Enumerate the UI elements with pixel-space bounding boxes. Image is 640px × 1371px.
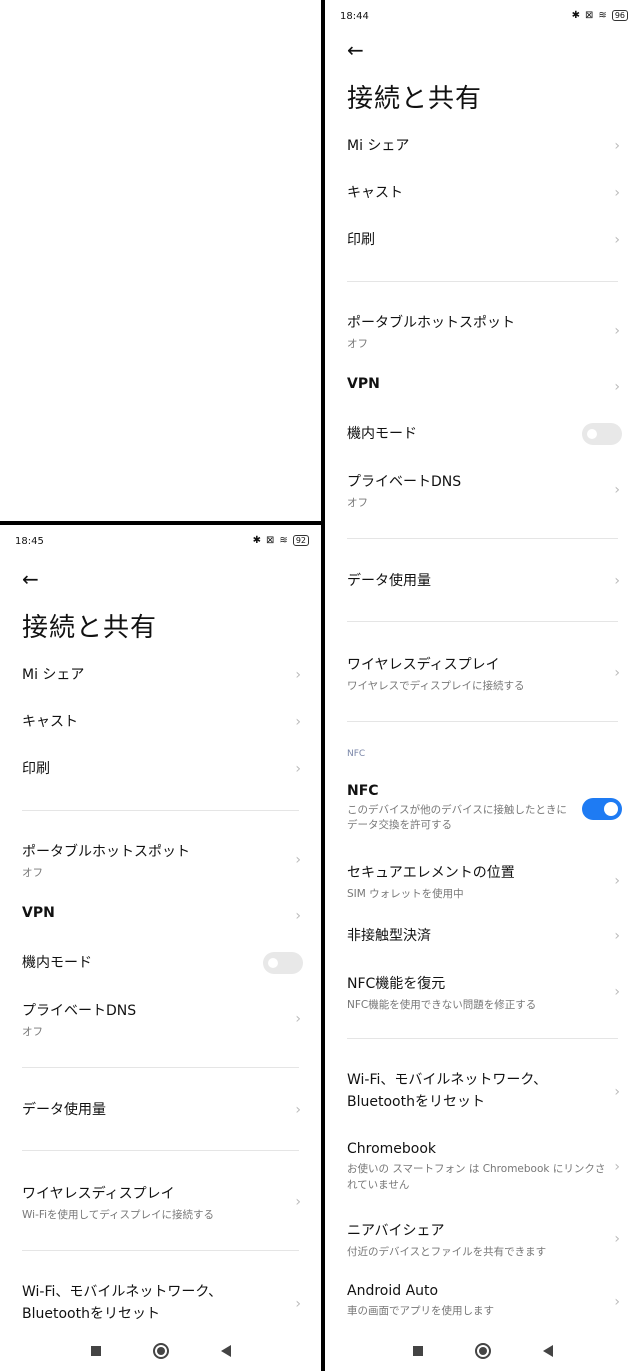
back-triangle-icon[interactable] xyxy=(542,1345,553,1357)
list-item-hotspot[interactable]: ポータブルホットスポット オフ › xyxy=(347,312,622,350)
section-header-nfc: NFC xyxy=(347,749,366,759)
wifi-icon: ≋ xyxy=(598,9,607,21)
chevron-right-icon: › xyxy=(614,665,620,681)
status-time: 18:45 xyxy=(15,536,44,547)
page-title: 接続と共有 xyxy=(347,84,483,114)
status-bar: 18:45 ✱ ⊠ ≋ 92 xyxy=(0,533,321,553)
back-arrow-icon[interactable]: ← xyxy=(347,38,364,62)
chevron-right-icon: › xyxy=(614,185,620,201)
bluetooth-icon: ✱ xyxy=(252,534,262,546)
chevron-right-icon: › xyxy=(614,379,620,395)
divider xyxy=(347,538,618,539)
chevron-right-icon: › xyxy=(295,1102,301,1118)
chevron-right-icon: › xyxy=(614,573,620,589)
list-item-private-dns[interactable]: プライベートDNS オフ › xyxy=(347,471,622,509)
recents-icon[interactable] xyxy=(90,1346,101,1356)
chevron-right-icon: › xyxy=(295,714,301,730)
divider xyxy=(22,810,299,811)
chevron-right-icon: › xyxy=(295,1011,301,1027)
chevron-right-icon: › xyxy=(614,928,620,944)
divider xyxy=(347,721,618,722)
list-item-cast[interactable]: キャスト › xyxy=(22,711,303,733)
list-item-android-auto[interactable]: Android Auto 車の画面でアプリを使用します › xyxy=(347,1283,622,1321)
battery-icon: 92 xyxy=(292,535,309,546)
list-item-cast[interactable]: キャスト › xyxy=(347,182,622,204)
divider xyxy=(22,1067,299,1068)
chevron-right-icon: › xyxy=(614,482,620,498)
list-item-reset-network[interactable]: Wi-Fi、モバイルネットワーク、Bluetoothをリセット › xyxy=(22,1281,303,1327)
nfc-toggle[interactable] xyxy=(582,798,622,820)
chevron-right-icon: › xyxy=(614,984,620,1000)
divider xyxy=(347,281,618,282)
status-bar: 18:44 ✱ ⊠ ≋ 96 xyxy=(325,8,640,28)
chevron-right-icon: › xyxy=(295,761,301,777)
divider xyxy=(22,1250,299,1251)
chevron-right-icon: › xyxy=(614,1294,620,1310)
status-time: 18:44 xyxy=(340,11,369,22)
list-item-airplane-mode[interactable]: 機内モード xyxy=(22,952,303,974)
list-item-wireless-display[interactable]: ワイヤレスディスプレイ Wi-Fiを使用してディスプレイに接続する › xyxy=(22,1183,303,1221)
sim-icon: ⊠ xyxy=(585,9,594,21)
list-item-contactless-payment[interactable]: 非接触型決済 › xyxy=(347,925,622,947)
list-item-private-dns[interactable]: プライベートDNS オフ › xyxy=(22,1000,303,1038)
chevron-right-icon: › xyxy=(614,323,620,339)
recents-icon[interactable] xyxy=(412,1346,423,1356)
list-item-data-usage[interactable]: データ使用量 › xyxy=(347,570,622,592)
navigation-bar xyxy=(325,1331,640,1371)
chevron-right-icon: › xyxy=(614,1231,620,1247)
navigation-bar xyxy=(0,1331,321,1371)
battery-icon: 96 xyxy=(611,10,628,21)
divider xyxy=(347,1038,618,1039)
list-item-hotspot[interactable]: ポータブルホットスポット オフ › xyxy=(22,841,303,879)
list-item-print[interactable]: 印刷 › xyxy=(347,229,622,251)
chevron-right-icon: › xyxy=(295,908,301,924)
list-item-nearby-share[interactable]: ニアバイシェア 付近のデバイスとファイルを共有できます › xyxy=(347,1220,622,1258)
chevron-right-icon: › xyxy=(295,1296,301,1312)
chevron-right-icon: › xyxy=(614,1084,620,1100)
wifi-icon: ≋ xyxy=(279,534,288,546)
chevron-right-icon: › xyxy=(295,667,301,683)
list-item-nfc[interactable]: NFC このデバイスが他のデバイスに接触したときにデータ交換を許可する xyxy=(347,783,622,835)
airplane-mode-toggle[interactable] xyxy=(263,952,303,974)
list-item-data-usage[interactable]: データ使用量 › xyxy=(22,1099,303,1121)
home-icon[interactable] xyxy=(152,1343,169,1359)
list-item-nfc-restore[interactable]: NFC機能を復元 NFC機能を使用できない問題を修正する › xyxy=(347,973,622,1011)
chevron-right-icon: › xyxy=(295,852,301,868)
list-item-mi-share[interactable]: Mi シェア › xyxy=(22,664,303,686)
bluetooth-icon: ✱ xyxy=(571,9,581,21)
phone-screen-right: 18:44 ✱ ⊠ ≋ 96 ← 接続と共有 Mi シェア › キャスト › 印… xyxy=(321,0,640,1371)
list-item-airplane-mode[interactable]: 機内モード xyxy=(347,423,622,445)
list-item-reset-network[interactable]: Wi-Fi、モバイルネットワーク、Bluetoothをリセット › xyxy=(347,1069,622,1115)
divider xyxy=(347,621,618,622)
airplane-mode-toggle[interactable] xyxy=(582,423,622,445)
back-arrow-icon[interactable]: ← xyxy=(22,567,39,591)
chevron-right-icon: › xyxy=(295,1194,301,1210)
chevron-right-icon: › xyxy=(614,138,620,154)
back-triangle-icon[interactable] xyxy=(220,1345,231,1357)
chevron-right-icon: › xyxy=(614,1159,620,1175)
phone-screen-left: 18:45 ✱ ⊠ ≋ 92 ← 接続と共有 Mi シェア › キャスト › 印… xyxy=(0,521,325,1371)
list-item-secure-element[interactable]: セキュアエレメントの位置 SIM ウォレットを使用中 › xyxy=(347,862,622,900)
list-item-wireless-display[interactable]: ワイヤレスディスプレイ ワイヤレスでディスプレイに接続する › xyxy=(347,654,622,692)
sim-icon: ⊠ xyxy=(266,534,275,546)
list-item-chromebook[interactable]: Chromebook お使いの スマートフォン は Chromebook にリン… xyxy=(347,1141,622,1193)
list-item-print[interactable]: 印刷 › xyxy=(22,758,303,780)
list-item-vpn[interactable]: VPN › xyxy=(22,905,303,927)
chevron-right-icon: › xyxy=(614,232,620,248)
home-icon[interactable] xyxy=(474,1343,491,1359)
page-title: 接続と共有 xyxy=(22,613,158,643)
list-item-mi-share[interactable]: Mi シェア › xyxy=(347,135,622,157)
chevron-right-icon: › xyxy=(614,873,620,889)
divider xyxy=(22,1150,299,1151)
list-item-vpn[interactable]: VPN › xyxy=(347,376,622,398)
